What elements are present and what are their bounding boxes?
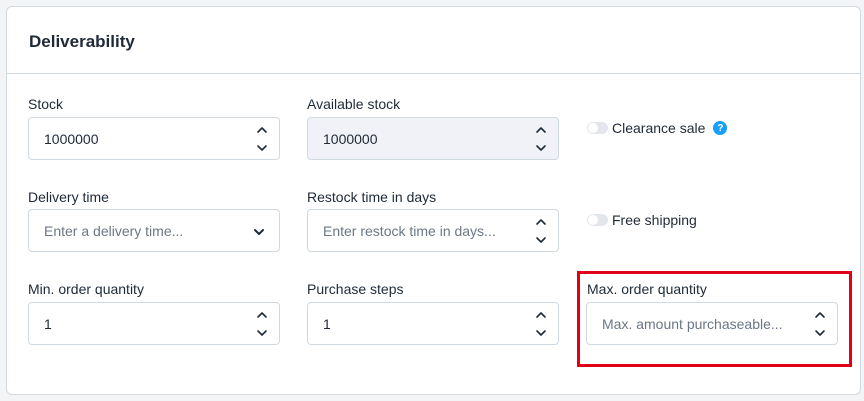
- available-stock-field: 1000000: [307, 117, 559, 160]
- stock-field[interactable]: 1000000: [28, 117, 280, 160]
- clearance-sale-toggle[interactable]: [587, 122, 608, 134]
- clearance-sale-toggle-row: Clearance sale ?: [587, 120, 728, 136]
- chevron-down-icon[interactable]: [255, 142, 269, 154]
- free-shipping-label: Free shipping: [612, 212, 697, 228]
- question-icon[interactable]: ?: [713, 121, 728, 135]
- stock-label: Stock: [28, 96, 64, 112]
- restock-time-placeholder: Enter restock time in days...: [323, 223, 496, 239]
- min-order-quantity-label: Min. order quantity: [28, 281, 144, 297]
- restock-time-label: Restock time in days: [307, 189, 437, 205]
- toggle-knob: [588, 123, 598, 133]
- chevron-up-icon[interactable]: [534, 309, 548, 321]
- min-order-quantity-stepper[interactable]: [255, 309, 269, 339]
- stock-stepper[interactable]: [255, 124, 269, 154]
- chevron-down-icon[interactable]: [534, 234, 548, 246]
- purchase-steps-stepper[interactable]: [534, 309, 548, 339]
- card-title: Deliverability: [29, 32, 135, 51]
- free-shipping-toggle-row: Free shipping: [587, 212, 697, 228]
- free-shipping-toggle[interactable]: [587, 214, 608, 226]
- clearance-sale-label: Clearance sale: [612, 120, 706, 136]
- toggle-knob: [588, 215, 598, 225]
- available-stock-stepper: [534, 124, 548, 154]
- chevron-down-icon[interactable]: [534, 327, 548, 339]
- stock-value: 1000000: [44, 131, 99, 147]
- available-stock-label: Available stock: [307, 96, 401, 112]
- purchase-steps-field[interactable]: 1: [307, 302, 559, 345]
- chevron-down-icon: [534, 142, 548, 154]
- chevron-up-icon: [534, 124, 548, 136]
- min-order-quantity-value: 1: [44, 316, 52, 332]
- chevron-up-icon[interactable]: [255, 309, 269, 321]
- restock-time-field[interactable]: Enter restock time in days...: [307, 209, 559, 252]
- chevron-down-icon[interactable]: [252, 225, 266, 237]
- chevron-up-icon[interactable]: [255, 124, 269, 136]
- available-stock-value: 1000000: [323, 131, 378, 147]
- delivery-time-label: Delivery time: [28, 189, 109, 205]
- chevron-down-icon[interactable]: [255, 327, 269, 339]
- purchase-steps-label: Purchase steps: [307, 281, 404, 297]
- restock-time-stepper[interactable]: [534, 216, 548, 246]
- min-order-quantity-field[interactable]: 1: [28, 302, 280, 345]
- purchase-steps-value: 1: [323, 316, 331, 332]
- delivery-time-placeholder: Enter a delivery time...: [44, 223, 184, 239]
- chevron-up-icon[interactable]: [534, 216, 548, 228]
- delivery-time-select[interactable]: Enter a delivery time...: [28, 209, 280, 252]
- card-header: Deliverability: [7, 7, 860, 74]
- highlight-box: [577, 271, 852, 367]
